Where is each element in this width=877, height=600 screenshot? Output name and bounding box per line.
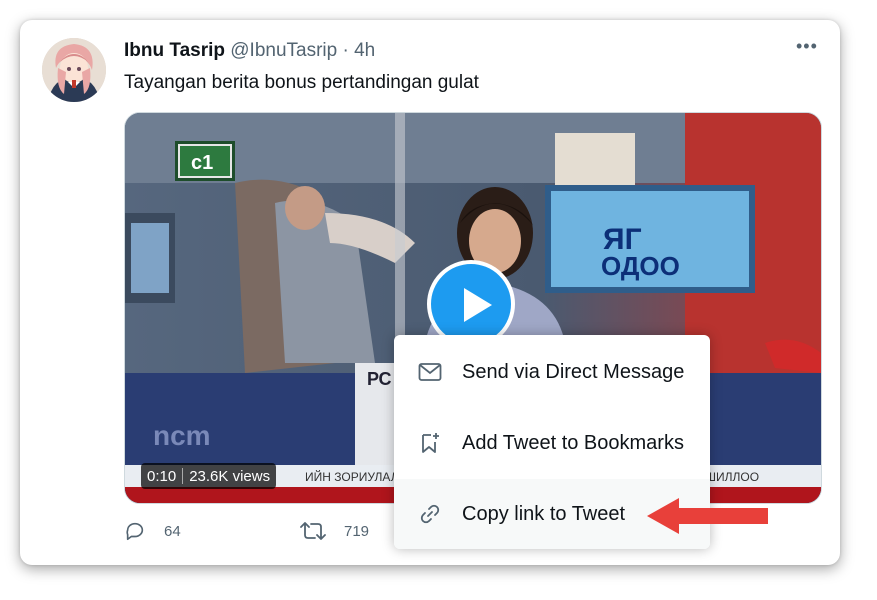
retweet-count: 719 [344, 522, 370, 540]
tweet-text: Tayangan berita bonus pertandingan gulat [124, 72, 479, 93]
avatar[interactable] [42, 38, 106, 102]
tweet-time[interactable]: · 4h [343, 40, 376, 61]
reply-icon [124, 520, 146, 542]
annotation-arrow-icon [647, 498, 768, 534]
envelope-icon [394, 362, 462, 382]
retweet-button[interactable]: 719 [300, 520, 369, 542]
video-stats-badge: 0:10 23.6K views [141, 463, 277, 489]
menu-item-label: Copy link to Tweet [462, 502, 626, 525]
link-icon [394, 502, 462, 526]
ticker-right: ШИЛЛОО [705, 470, 759, 484]
menu-item-label: Send via Direct Message [462, 360, 685, 383]
video-duration: 0:10 [147, 467, 177, 485]
retweet-icon [300, 520, 326, 542]
more-options-icon[interactable]: ••• [796, 36, 818, 57]
author-handle[interactable]: @IbnuTasrip [230, 40, 337, 61]
video-views: 23.6K views [189, 467, 271, 485]
watermark: ncm [153, 420, 211, 451]
menu-item-add-bookmark[interactable]: Add Tweet to Bookmarks [394, 408, 710, 478]
play-icon [464, 288, 492, 322]
reply-button[interactable]: 64 [124, 520, 181, 542]
desk-text: РС [367, 369, 392, 389]
author-name[interactable]: Ibnu Tasrip [124, 40, 225, 61]
reply-count: 64 [164, 522, 181, 540]
menu-item-send-dm[interactable]: Send via Direct Message [394, 337, 710, 407]
badge-divider [182, 468, 184, 484]
channel-logo: c1 [191, 152, 213, 174]
menu-item-label: Add Tweet to Bookmarks [462, 431, 684, 454]
bookmark-add-icon [394, 431, 462, 455]
tweet-header: Ibnu Tasrip @IbnuTasrip · 4h [124, 40, 375, 62]
screen-text-2: ОДОО [601, 251, 680, 281]
